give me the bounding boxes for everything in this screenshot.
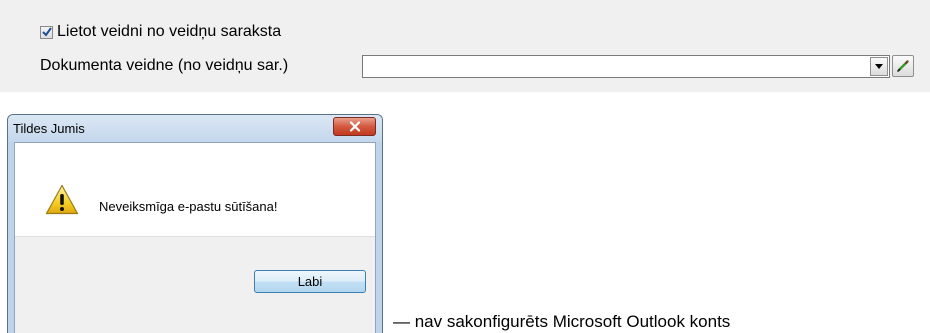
use-template-label[interactable]: Lietot veidni no veidņu saraksta — [57, 23, 281, 41]
dropdown-button[interactable] — [870, 56, 888, 76]
checkmark-icon — [41, 27, 52, 37]
use-template-row: Lietot veidni no veidņu saraksta — [40, 22, 281, 42]
dialog-message: Neveiksmīga e-pastu sūtīšana! — [99, 199, 278, 214]
dialog-body: Neveiksmīga e-pastu sūtīšana! Labi — [14, 142, 376, 333]
ok-button[interactable]: Labi — [254, 270, 366, 293]
edit-template-button[interactable] — [892, 55, 914, 77]
chevron-down-icon — [875, 63, 883, 69]
dialog-button-area: Labi — [15, 236, 375, 333]
close-icon — [349, 121, 360, 132]
message-area: Neveiksmīga e-pastu sūtīšana! — [15, 143, 375, 236]
template-row: Dokumenta veidne (no veidņu sar.) — [40, 54, 914, 78]
pencil-icon — [897, 60, 909, 72]
template-combobox[interactable] — [362, 54, 890, 78]
warning-icon — [45, 184, 79, 215]
template-label: Dokumenta veidne (no veidņu sar.) — [40, 57, 289, 74]
settings-panel: Lietot veidni no veidņu saraksta Dokumen… — [0, 0, 930, 92]
use-template-checkbox[interactable] — [40, 25, 53, 39]
dialog-titlebar[interactable]: Tildes Jumis — [8, 115, 382, 142]
dialog-title: Tildes Jumis — [13, 121, 85, 136]
caption-text: — nav sakonfigurēts Microsoft Outlook ko… — [393, 312, 731, 331]
close-button[interactable] — [333, 117, 376, 136]
message-dialog: Tildes Jumis Neveiksmīga e-pastu sūtīšan… — [7, 114, 383, 333]
